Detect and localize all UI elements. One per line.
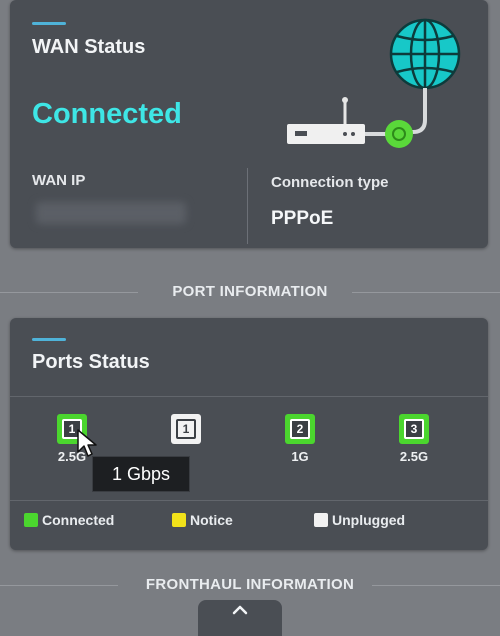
port-speed-tooltip: 1 Gbps [92,456,190,492]
connection-type-value: PPPoE [271,208,334,229]
port-lan-1[interactable]: 1 [166,414,206,449]
wan-ip-label: WAN IP [32,172,86,189]
port-speed: 2.5G [399,449,429,464]
port-3[interactable]: 3 2.5G [394,414,434,464]
port-information-heading: PORT INFORMATION [0,283,500,300]
port-2[interactable]: 2 1G [280,414,320,464]
port-number: 3 [404,419,424,439]
collapse-toggle-button[interactable] [198,600,282,636]
heading-line-right [352,292,500,293]
port-icon[interactable]: 2 [285,414,315,444]
legend-label: Notice [190,512,233,528]
legend-notice: Notice [172,512,233,528]
wan-status-card: WAN Status Connected WAN IP Connection t… [10,0,488,248]
port-icon[interactable]: 1 [171,414,201,444]
legend-swatch [24,513,38,527]
heading-line-left [0,585,118,586]
legend-swatch [172,513,186,527]
wan-status-title: WAN Status [32,36,146,58]
connection-type-label: Connection type [271,174,389,191]
legend-unplugged: Unplugged [314,512,405,528]
link-node-icon [385,120,413,148]
fronthaul-information-heading-text: FRONTHAUL INFORMATION [145,576,355,593]
heading-line-right [372,585,500,586]
title-accent-bar [32,22,66,25]
wan-topology-illustration [287,18,461,148]
mouse-cursor-icon [77,429,97,457]
title-accent-bar [32,338,66,341]
port-speed: 1G [291,449,309,464]
chevron-up-icon [232,605,248,615]
wan-connection-status: Connected [32,98,182,130]
port-number: 2 [290,419,310,439]
ports-divider-bottom [10,500,488,501]
port-number: 1 [176,419,196,439]
globe-icon [389,18,461,90]
ports-status-title: Ports Status [32,351,150,373]
vertical-divider [247,168,248,244]
heading-line-left [0,292,138,293]
legend-label: Unplugged [332,512,406,528]
port-information-heading-text: PORT INFORMATION [172,283,328,300]
wan-ip-value-redacted [36,202,186,224]
legend-connected: Connected [24,512,114,528]
legend-label: Connected [42,512,115,528]
router-icon [287,97,365,144]
port-icon[interactable]: 3 [399,414,429,444]
legend-swatch [314,513,328,527]
ports-divider-top [10,396,488,397]
fronthaul-information-heading: FRONTHAUL INFORMATION [0,576,500,593]
